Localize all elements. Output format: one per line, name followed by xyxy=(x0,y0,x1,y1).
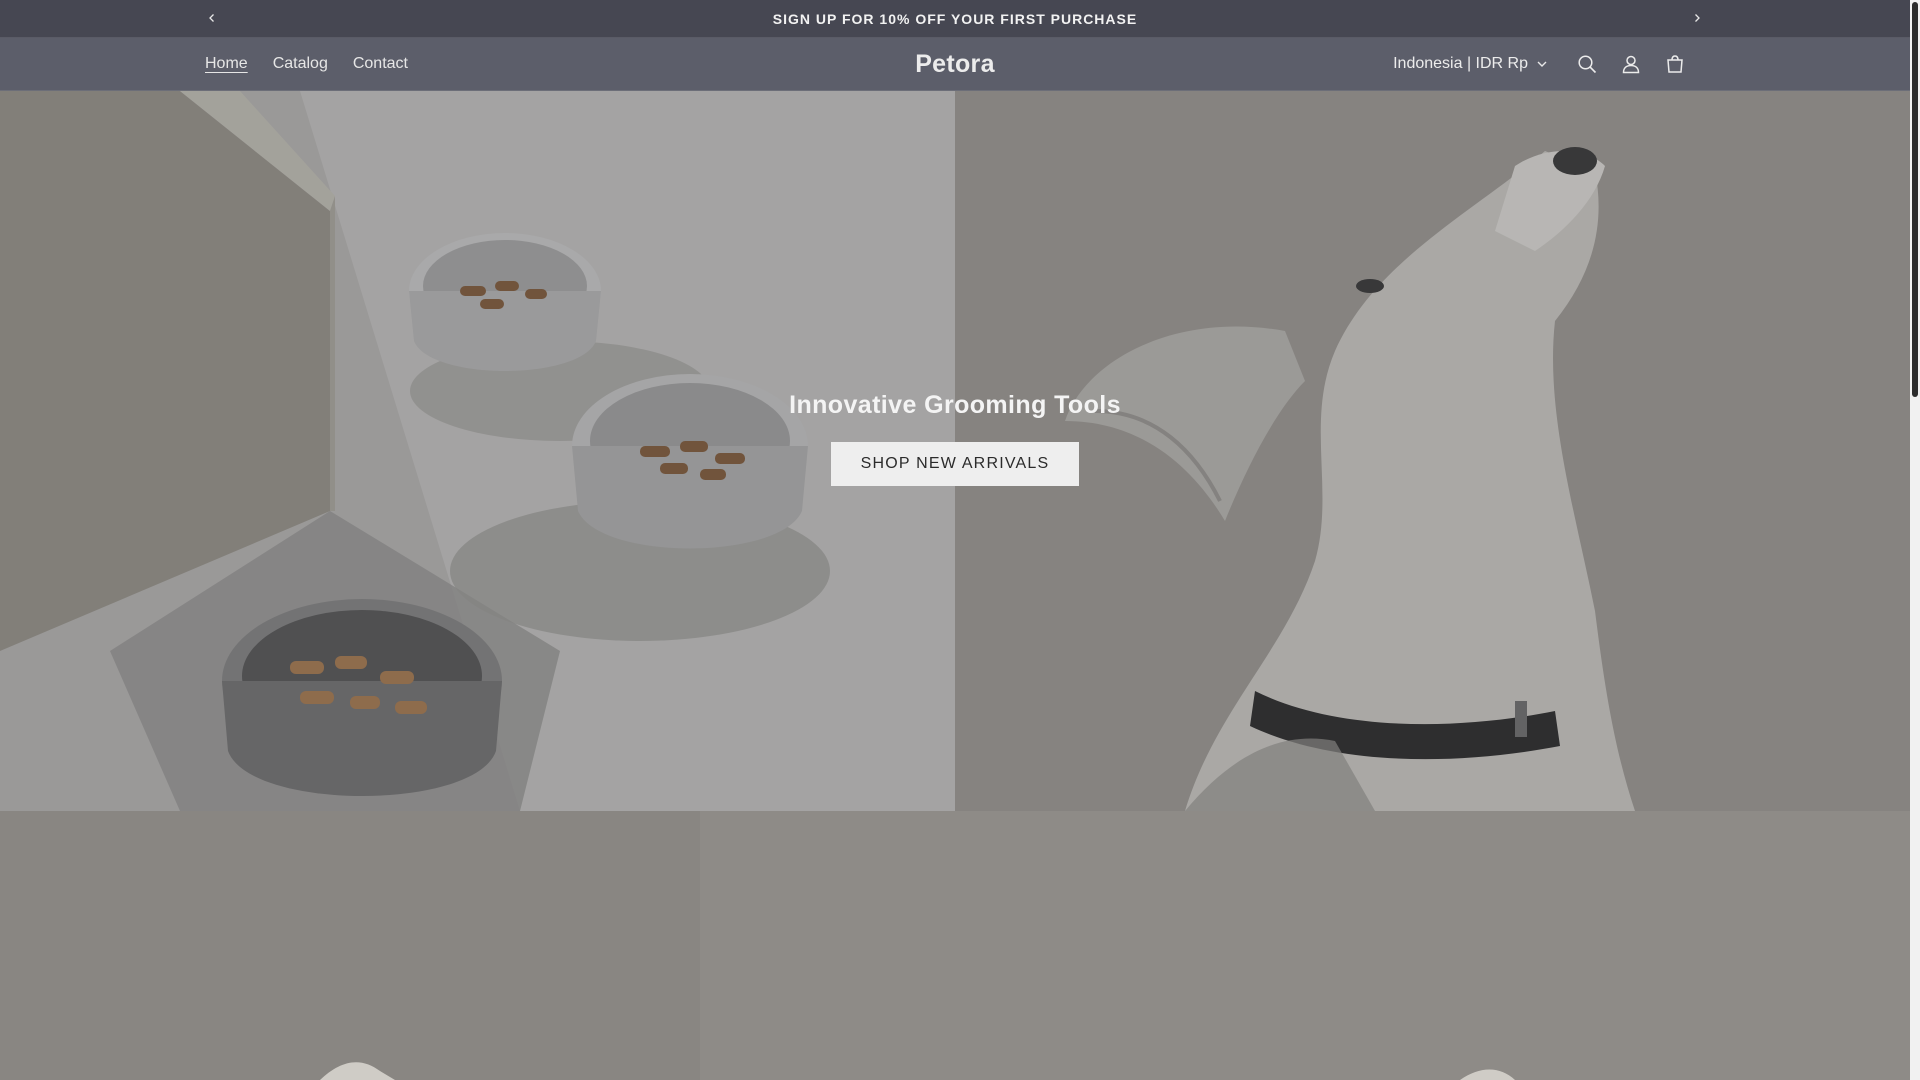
locale-selector[interactable]: Indonesia | IDR Rp xyxy=(1393,55,1547,73)
chevron-down-icon xyxy=(1537,60,1547,68)
announcement-bar: SIGN UP FOR 10% OFF YOUR FIRST PURCHASE xyxy=(0,0,1910,38)
scrollbar-thumb[interactable] xyxy=(1912,2,1918,397)
shop-new-arrivals-button[interactable]: SHOP NEW ARRIVALS xyxy=(830,442,1080,486)
search-button[interactable] xyxy=(1565,42,1609,86)
next-section-image xyxy=(0,811,1910,1080)
site-header: Home Catalog Contact Petora Indonesia | … xyxy=(0,38,1910,91)
announcement-text[interactable]: SIGN UP FOR 10% OFF YOUR FIRST PURCHASE xyxy=(773,11,1137,27)
hero-content: Innovative Grooming Tools SHOP NEW ARRIV… xyxy=(0,391,1910,486)
header-actions: Indonesia | IDR Rp xyxy=(1393,38,1697,90)
hero-banner: Innovative Grooming Tools SHOP NEW ARRIV… xyxy=(0,91,1910,811)
page: SIGN UP FOR 10% OFF YOUR FIRST PURCHASE … xyxy=(0,0,1910,1080)
account-icon xyxy=(1622,55,1640,74)
chevron-left-icon xyxy=(209,14,214,22)
locale-label: Indonesia | IDR Rp xyxy=(1393,55,1528,72)
cart-button[interactable] xyxy=(1653,42,1697,86)
announcement-prev-button[interactable] xyxy=(203,9,221,27)
page-scrollbar[interactable] xyxy=(1910,0,1920,1080)
announcement-next-button[interactable] xyxy=(1688,9,1706,27)
site-logo[interactable]: Petora xyxy=(915,50,995,79)
main-nav: Home Catalog Contact xyxy=(205,38,433,90)
nav-item-catalog[interactable]: Catalog xyxy=(273,55,328,73)
chevron-right-icon xyxy=(1695,14,1700,22)
hero-title: Innovative Grooming Tools xyxy=(789,391,1121,419)
nav-item-contact[interactable]: Contact xyxy=(353,55,408,73)
search-icon xyxy=(1578,55,1597,74)
account-button[interactable] xyxy=(1609,42,1653,86)
cart-icon xyxy=(1667,55,1683,73)
nav-item-home[interactable]: Home xyxy=(205,55,248,73)
